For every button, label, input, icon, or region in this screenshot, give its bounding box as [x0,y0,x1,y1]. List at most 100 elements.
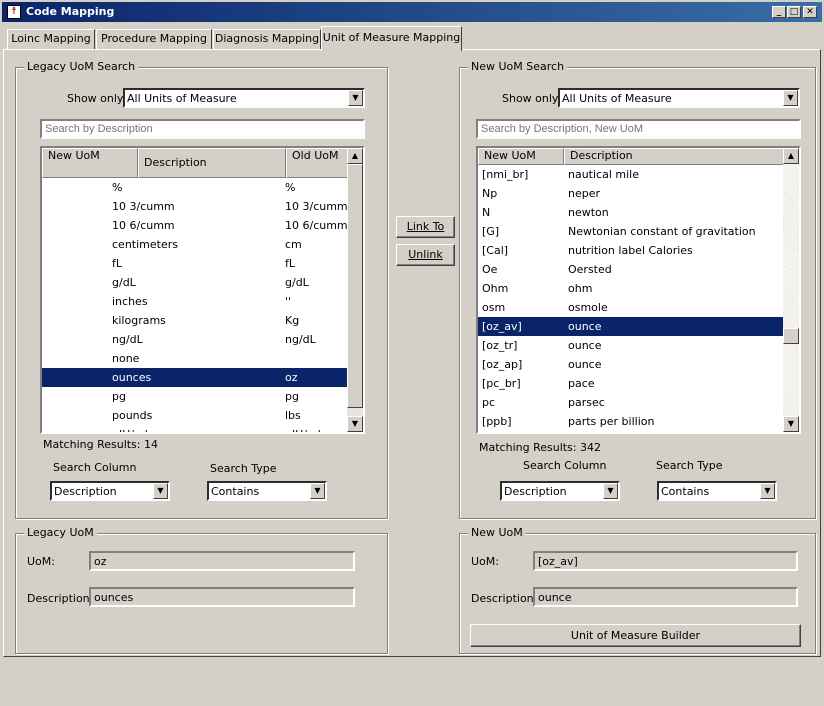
legacy-show-only-select[interactable]: All Units of Measure ▼ [123,88,365,108]
new-search-column-select[interactable]: Description ▼ [500,481,620,501]
cell-old: 10 3/cumm [285,200,348,213]
close-button[interactable]: ✕ [803,6,817,18]
table-row[interactable]: pounds lbs [42,406,349,425]
table-row[interactable]: Nnewton [478,203,785,222]
legacy-show-only-value: All Units of Measure [127,92,237,105]
new-uom-field: [oz_av] [533,551,798,571]
chevron-down-icon[interactable]: ▼ [310,483,325,499]
cell-old: oz [285,371,298,384]
cell-desc: ounce [568,358,602,371]
chevron-down-icon[interactable]: ▼ [153,483,168,499]
tab-procedure-mapping[interactable]: Procedure Mapping [96,29,212,49]
table-row[interactable]: osm osmole [478,298,785,317]
new-desc-label: Description: [471,592,538,605]
title-bar: ☨ Code Mapping _ □ ✕ [2,2,822,22]
cell-uom: [pc_br] [482,377,521,390]
scroll-thumb[interactable] [347,164,363,408]
unlink-button[interactable]: Unlink [396,244,455,266]
chevron-down-icon[interactable]: ▼ [348,90,363,106]
chevron-down-icon[interactable]: ▼ [783,90,798,106]
legacy-desc-label: Description: [27,592,94,605]
table-row[interactable]: 10 6/cumm 10 6/cumm [42,216,349,235]
legacy-search-input[interactable] [40,119,365,139]
table-row[interactable]: [G] Newtonian constant of gravitation [478,222,785,241]
table-row[interactable]: inches '' [42,292,349,311]
new-search-column-label: Search Column [523,459,607,472]
table-row[interactable]: Oe Oersted [478,260,785,279]
legacy-col-old-uom[interactable]: Old UoM [286,148,349,178]
cell-desc: parsec [568,396,605,409]
table-row[interactable]: [ppb] parts per billion [478,412,785,431]
tab-unit-of-measure-mapping[interactable]: Unit of Measure Mapping [321,26,462,51]
table-row[interactable]: [Cal] nutrition label Calories [478,241,785,260]
table-row[interactable]: 10 3/cumm 10 3/cumm [42,197,349,216]
table-row[interactable]: [oz_tr] ounce [478,336,785,355]
new-col-description[interactable]: Description [564,148,785,165]
cell-old: lbs [285,409,301,422]
table-row[interactable]: [oz_ap] ounce [478,355,785,374]
cell-desc: fL [112,257,123,270]
scroll-up-icon[interactable]: ▲ [783,148,799,164]
new-scrollbar[interactable]: ▲ ▼ [783,148,799,432]
cell-uom: Ohm [482,282,509,295]
legacy-desc-field: ounces [89,587,355,607]
cell-old: uIU/ml [285,428,321,432]
cell-old: % [285,181,296,194]
table-row[interactable]: uIU/ml uIU/ml [42,425,349,432]
cell-old: g/dL [285,276,309,289]
table-row[interactable]: pc parsec [478,393,785,412]
legacy-search-column-select[interactable]: Description ▼ [50,481,170,501]
new-show-only-label: Show only: [502,92,562,105]
cell-old: 10 6/cumm [285,219,348,232]
table-row[interactable]: Np neper [478,184,785,203]
legacy-show-only-label: Show only: [67,92,127,105]
new-show-only-select[interactable]: All Units of Measure ▼ [558,88,800,108]
legacy-col-description[interactable]: Description [138,148,286,178]
new-uom-grid[interactable]: New UoM Description [nmi_br] nautical mil… [476,146,801,434]
new-search-column-value: Description [504,485,567,498]
table-row[interactable]: [nmi_br] nautical mile [478,165,785,184]
cell-desc: g/dL [112,276,136,289]
scroll-down-icon[interactable]: ▼ [347,416,363,432]
chevron-down-icon[interactable]: ▼ [603,483,618,499]
cell-desc: Newtonian constant of gravitation [568,225,756,238]
legacy-search-type-select[interactable]: Contains ▼ [207,481,327,501]
table-row[interactable]: pg pg [42,387,349,406]
cell-old: pg [285,390,299,403]
table-row[interactable]: centimeters cm [42,235,349,254]
table-row[interactable]: [pc_br] pace [478,374,785,393]
cell-old: Kg [285,314,300,327]
new-uom-title: New UoM [468,526,526,539]
legacy-scrollbar[interactable]: ▲ ▼ [347,148,363,432]
table-row[interactable]: fL fL [42,254,349,273]
scroll-down-icon[interactable]: ▼ [783,416,799,432]
table-row[interactable]: ounces oz [42,368,349,387]
cell-desc: ounces [112,371,152,384]
legacy-uom-grid[interactable]: New UoM Description Old UoM %% 10 3/cumm 1… [40,146,365,434]
minimize-button[interactable]: _ [772,6,786,18]
new-search-input[interactable] [476,119,801,139]
table-row[interactable]: [oz_av] ounce [478,317,785,336]
link-to-button[interactable]: Link To [396,216,455,238]
table-row[interactable]: %% [42,178,349,197]
table-row[interactable]: Ohm ohm [478,279,785,298]
cell-old: fL [285,257,296,270]
table-row[interactable]: ng/dL ng/dL [42,330,349,349]
table-row[interactable]: kilograms Kg [42,311,349,330]
scroll-up-icon[interactable]: ▲ [347,148,363,164]
chevron-down-icon[interactable]: ▼ [760,483,775,499]
cell-desc: pg [112,390,126,403]
tab-loinc-mapping[interactable]: Loinc Mapping [7,29,95,49]
legacy-col-new-uom[interactable]: New UoM [42,148,138,178]
cell-desc: ng/dL [112,333,143,346]
new-show-only-value: All Units of Measure [562,92,672,105]
table-row[interactable]: none [42,349,349,368]
unit-of-measure-builder-button[interactable]: Unit of Measure Builder [470,624,801,647]
new-search-type-select[interactable]: Contains ▼ [657,481,777,501]
maximize-button[interactable]: □ [787,6,801,18]
tab-diagnosis-mapping[interactable]: Diagnosis Mapping [213,29,321,49]
scroll-thumb[interactable] [783,328,799,344]
table-row[interactable]: g/dL g/dL [42,273,349,292]
legacy-uom-field: oz [89,551,355,571]
new-col-new-uom[interactable]: New UoM [478,148,564,165]
